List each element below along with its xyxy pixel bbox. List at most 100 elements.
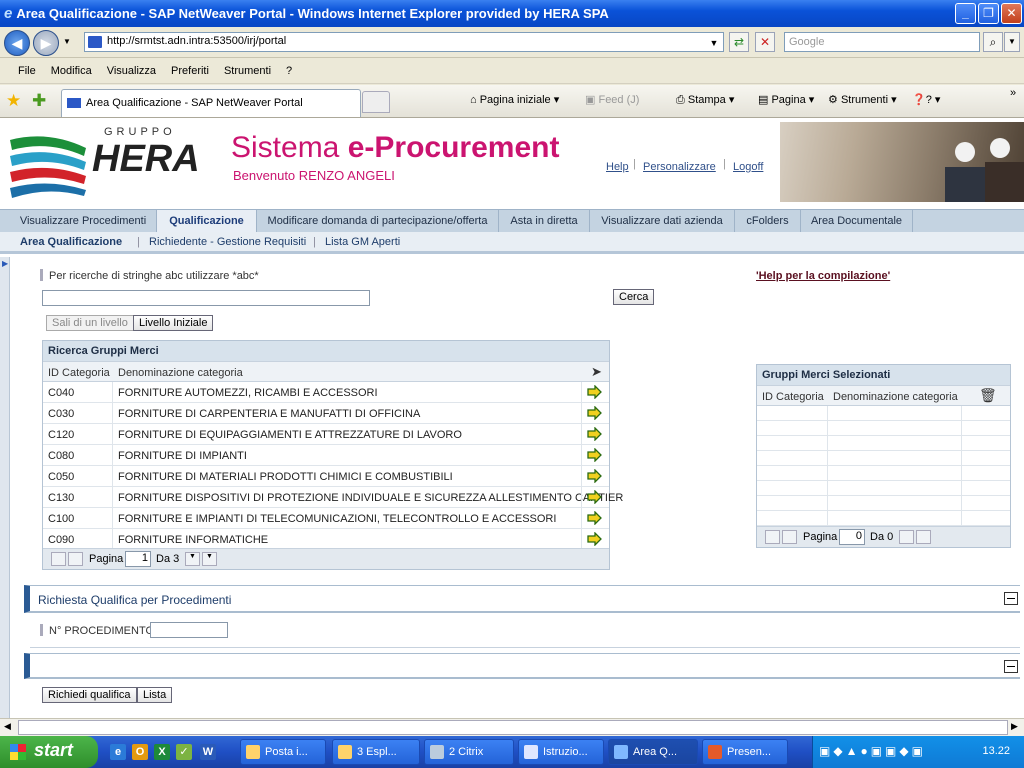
print-button[interactable]: ⎙ Stampa ▾ xyxy=(676,93,734,107)
tab-area-documentale[interactable]: Area Documentale xyxy=(801,210,913,232)
navigation-panel-toggle[interactable]: ▶ xyxy=(0,257,10,718)
tab-qualificazione[interactable]: Qualificazione xyxy=(157,210,257,232)
sel-prev-page-icon[interactable] xyxy=(782,530,797,544)
history-dropdown-icon[interactable]: ▼ xyxy=(63,37,71,46)
help-menu-button[interactable]: ❓? ▾ xyxy=(912,93,940,106)
minimize-tray-icon-2[interactable] xyxy=(1004,660,1018,673)
add-arrow-icon[interactable] xyxy=(587,511,602,525)
scroll-right-icon[interactable]: ▶ xyxy=(1011,721,1018,732)
search-input[interactable]: Google xyxy=(784,32,980,52)
table-row[interactable]: C080 FORNITURE DI IMPIANTI xyxy=(43,445,609,466)
tools-menu-button[interactable]: ⚙ Strumenti ▾ xyxy=(828,93,897,106)
task-presentazione[interactable]: Presen... xyxy=(702,739,788,765)
first-page-icon[interactable] xyxy=(51,552,66,566)
url-dropdown-icon[interactable]: ▼ xyxy=(706,34,722,54)
tray-icons[interactable]: ▣◆▲●▣▣◆▣ xyxy=(819,744,926,758)
add-favorite-icon[interactable]: ✚ xyxy=(32,91,46,111)
personalize-link[interactable]: Personalizzare xyxy=(643,161,716,173)
back-icon[interactable]: ◀ xyxy=(4,30,30,56)
excel-quicklaunch-icon[interactable]: X xyxy=(154,744,170,760)
tab-cfolders[interactable]: cFolders xyxy=(735,210,801,232)
add-arrow-icon[interactable] xyxy=(587,490,602,504)
task-citrix[interactable]: 2 Citrix xyxy=(424,739,514,765)
last-page-icon[interactable]: ▼ xyxy=(202,552,217,566)
tab-modificare-domanda[interactable]: Modificare domanda di partecipazione/off… xyxy=(257,210,499,232)
table-row[interactable]: C130 FORNITURE DISPOSITIVI DI PROTEZIONE … xyxy=(43,487,623,508)
feed-button[interactable]: ▣ Feed (J) xyxy=(585,93,639,106)
task-area-qualificazione[interactable]: Area Q... xyxy=(608,739,698,765)
close-button[interactable]: ✕ xyxy=(1001,3,1022,24)
subnav-area-qualificazione[interactable]: Area Qualificazione xyxy=(20,236,122,248)
prev-page-icon[interactable] xyxy=(68,552,83,566)
word-quicklaunch-icon[interactable]: W xyxy=(200,744,216,760)
lista-button[interactable]: Lista xyxy=(137,687,173,703)
initial-level-button[interactable]: Livello Iniziale xyxy=(133,315,214,331)
start-button[interactable]: start xyxy=(0,736,98,768)
add-arrow-icon[interactable] xyxy=(587,469,602,483)
trash-icon[interactable]: 🗑 xyxy=(979,387,997,404)
add-arrow-icon[interactable] xyxy=(587,427,602,441)
logoff-link[interactable]: Logoff xyxy=(733,161,763,173)
add-arrow-icon[interactable] xyxy=(587,406,602,420)
sel-last-page-icon[interactable] xyxy=(916,530,931,544)
table-row[interactable]: C090 FORNITURE INFORMATICHE xyxy=(43,529,609,550)
help-compilation-link[interactable]: 'Help per la compilazione' xyxy=(756,270,890,282)
table-row[interactable]: C050 FORNITURE DI MATERIALI PRODOTTI CHIM… xyxy=(43,466,609,487)
tab-visualizzare-procedimenti[interactable]: Visualizzare Procedimenti xyxy=(10,210,157,232)
desktop-quicklaunch-icon[interactable]: ✓ xyxy=(176,744,192,760)
scrollbar-thumb[interactable] xyxy=(18,720,1008,735)
scroll-left-icon[interactable]: ◀ xyxy=(4,721,11,732)
richiedi-qualifica-button[interactable]: Richiedi qualifica xyxy=(42,687,137,703)
menu-visualizza[interactable]: Visualizza xyxy=(107,65,156,77)
sel-first-page-icon[interactable] xyxy=(765,530,780,544)
browser-tab-active[interactable]: Area Qualificazione - SAP NetWeaver Port… xyxy=(61,89,361,117)
ie-quicklaunch-icon[interactable]: e xyxy=(110,744,126,760)
task-istruzioni[interactable]: Istruzio... xyxy=(518,739,604,765)
menu-help[interactable]: ? xyxy=(286,65,292,77)
task-posta[interactable]: Posta i... xyxy=(240,739,326,765)
menu-strumenti[interactable]: Strumenti xyxy=(224,65,271,77)
menu-modifica[interactable]: Modifica xyxy=(51,65,92,77)
sel-next-page-icon[interactable] xyxy=(899,530,914,544)
cerca-button[interactable]: Cerca xyxy=(613,289,655,305)
stop-icon[interactable]: ✕ xyxy=(755,32,775,52)
add-arrow-icon[interactable] xyxy=(587,448,602,462)
procedimento-input[interactable] xyxy=(150,622,228,638)
up-level-button[interactable]: Sali di un livello xyxy=(46,315,134,331)
forward-icon[interactable]: ▶ xyxy=(33,30,59,56)
menu-file[interactable]: File xyxy=(18,65,36,77)
help-link[interactable]: Help xyxy=(606,161,629,173)
new-tab-button[interactable] xyxy=(362,91,390,113)
add-arrow-icon[interactable] xyxy=(587,385,602,399)
home-button[interactable]: ⌂ Pagina iniziale ▾ xyxy=(470,93,559,106)
search-options-icon[interactable]: ▼ xyxy=(1004,32,1020,52)
subnav-richiedente[interactable]: Richiedente - Gestione Requisiti xyxy=(149,236,306,248)
search-icon[interactable]: ⌕ xyxy=(983,32,1003,52)
horizontal-scrollbar[interactable]: ◀ ▶ xyxy=(0,718,1024,736)
subnav-lista-gm[interactable]: Lista GM Aperti xyxy=(325,236,400,248)
favorites-star-icon[interactable]: ★ xyxy=(6,91,21,111)
restore-button[interactable]: ❐ xyxy=(978,3,999,24)
tab-visualizzare-dati-azienda[interactable]: Visualizzare dati azienda xyxy=(590,210,735,232)
toolbar-overflow-icon[interactable]: » xyxy=(1010,87,1016,99)
add-arrow-icon[interactable] xyxy=(587,532,602,546)
category-search-input[interactable] xyxy=(42,290,370,306)
logo-group-text: GRUPPO xyxy=(104,126,176,138)
url-field[interactable]: http://srmtst.adn.intra:53500/irj/portal xyxy=(84,32,724,52)
table-row[interactable]: C120 FORNITURE DI EQUIPAGGIAMENTI E ATTRE… xyxy=(43,424,609,445)
page-menu-button[interactable]: ▤ Pagina ▾ xyxy=(758,93,814,106)
table-row[interactable]: C040 FORNITURE AUTOMEZZI, RICAMBI E ACCES… xyxy=(43,382,609,403)
table-row[interactable]: C100 FORNITURE E IMPIANTI DI TELECOMUNICA… xyxy=(43,508,609,529)
refresh-icon[interactable]: ⇄ xyxy=(729,32,749,52)
next-page-icon[interactable]: ▼ xyxy=(185,552,200,566)
hera-logo: GRUPPO HERA xyxy=(8,126,200,204)
minimize-button[interactable]: _ xyxy=(955,3,976,24)
page-number-input[interactable]: 1 xyxy=(125,551,151,567)
minimize-tray-icon[interactable] xyxy=(1004,592,1018,605)
outlook-quicklaunch-icon[interactable]: O xyxy=(132,744,148,760)
tab-asta-in-diretta[interactable]: Asta in diretta xyxy=(499,210,590,232)
table-row[interactable]: C030 FORNITURE DI CARPENTERIA E MANUFATTI… xyxy=(43,403,609,424)
sel-page-number-input[interactable]: 0 xyxy=(839,529,865,545)
menu-preferiti[interactable]: Preferiti xyxy=(171,65,209,77)
task-esplora[interactable]: 3 Espl... xyxy=(332,739,420,765)
